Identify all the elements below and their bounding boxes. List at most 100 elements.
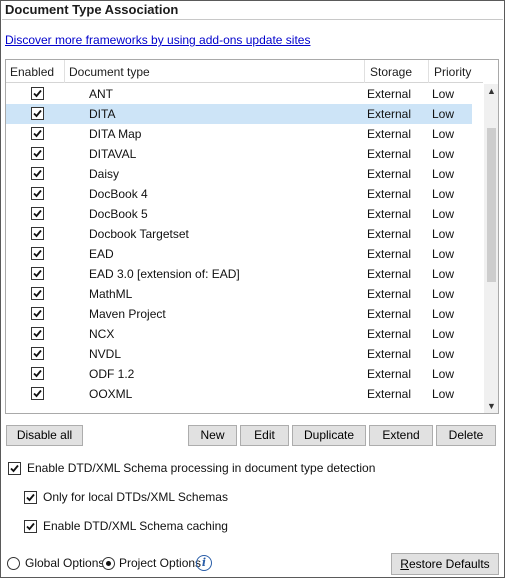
table-row[interactable]: ODF 1.2 External Low xyxy=(6,364,472,384)
document-type-cell: DITAVAL xyxy=(89,147,137,161)
table-row[interactable]: EAD External Low xyxy=(6,244,472,264)
title-divider xyxy=(2,19,503,20)
scroll-up-icon[interactable]: ▲ xyxy=(484,84,498,99)
storage-cell: External xyxy=(367,247,412,261)
only-local-checkbox[interactable] xyxy=(24,491,37,504)
storage-cell: External xyxy=(367,347,412,361)
enabled-checkbox[interactable] xyxy=(31,247,44,260)
column-document-type[interactable]: Document type xyxy=(69,65,150,79)
enabled-checkbox[interactable] xyxy=(31,307,44,320)
column-separator xyxy=(428,60,429,83)
storage-cell: External xyxy=(367,107,412,121)
enable-caching-checkbox[interactable] xyxy=(24,520,37,533)
column-storage[interactable]: Storage xyxy=(370,65,412,79)
storage-cell: External xyxy=(367,207,412,221)
enabled-checkbox[interactable] xyxy=(31,107,44,120)
extend-button[interactable]: Extend xyxy=(369,425,433,446)
storage-cell: External xyxy=(367,227,412,241)
document-type-cell: EAD xyxy=(89,247,114,261)
scroll-thumb[interactable] xyxy=(487,128,496,282)
enabled-checkbox[interactable] xyxy=(31,287,44,300)
only-local-label: Only for local DTDs/XML Schemas xyxy=(43,490,228,504)
table-row[interactable]: EAD 3.0 [extension of: EAD] External Low xyxy=(6,264,472,284)
storage-cell: External xyxy=(367,147,412,161)
priority-cell: Low xyxy=(432,387,455,401)
document-type-cell: NVDL xyxy=(89,347,122,361)
document-type-cell: DocBook 5 xyxy=(89,207,148,221)
enabled-checkbox[interactable] xyxy=(31,127,44,140)
enabled-checkbox[interactable] xyxy=(31,327,44,340)
addons-link[interactable]: Discover more frameworks by using add-on… xyxy=(5,33,310,47)
storage-cell: External xyxy=(367,287,412,301)
table-row[interactable]: NCX External Low xyxy=(6,324,472,344)
enabled-checkbox[interactable] xyxy=(31,227,44,240)
priority-cell: Low xyxy=(432,107,455,121)
restore-defaults-label: Restore Defaults xyxy=(400,557,490,571)
storage-cell: External xyxy=(367,267,412,281)
priority-cell: Low xyxy=(432,127,455,141)
enabled-checkbox[interactable] xyxy=(31,167,44,180)
new-button[interactable]: New xyxy=(188,425,237,446)
duplicate-button[interactable]: Duplicate xyxy=(292,425,366,446)
column-priority[interactable]: Priority xyxy=(434,65,471,79)
document-type-cell: MathML xyxy=(89,287,133,301)
disable-all-button[interactable]: Disable all xyxy=(6,425,83,446)
table-row[interactable]: ANT External Low xyxy=(6,84,472,104)
enable-dtd-detection-label: Enable DTD/XML Schema processing in docu… xyxy=(27,461,376,475)
priority-cell: Low xyxy=(432,267,455,281)
project-options-radio[interactable] xyxy=(102,557,115,570)
table-row[interactable]: Daisy External Low xyxy=(6,164,472,184)
edit-button[interactable]: Edit xyxy=(240,425,289,446)
enabled-checkbox[interactable] xyxy=(31,347,44,360)
enabled-checkbox[interactable] xyxy=(31,267,44,280)
enabled-checkbox[interactable] xyxy=(31,187,44,200)
table-row[interactable]: Docbook Targetset External Low xyxy=(6,224,472,244)
column-enabled[interactable]: Enabled xyxy=(10,65,54,79)
document-type-cell: NCX xyxy=(89,327,115,341)
table-header: Enabled Document type Storage Priority xyxy=(6,60,483,83)
vertical-scrollbar[interactable]: ▲ ▼ xyxy=(484,84,498,413)
priority-cell: Low xyxy=(432,167,455,181)
storage-cell: External xyxy=(367,387,412,401)
storage-cell: External xyxy=(367,307,412,321)
enabled-checkbox[interactable] xyxy=(31,207,44,220)
storage-cell: External xyxy=(367,187,412,201)
global-options-label: Global Options xyxy=(25,556,105,570)
priority-cell: Low xyxy=(432,207,455,221)
enable-dtd-detection-checkbox[interactable] xyxy=(8,462,21,475)
table-row[interactable]: DocBook 4 External Low xyxy=(6,184,472,204)
global-options-radio[interactable] xyxy=(7,557,20,570)
priority-cell: Low xyxy=(432,87,455,101)
document-type-cell: Daisy xyxy=(89,167,120,181)
table-row[interactable]: Maven Project External Low xyxy=(6,304,472,324)
restore-defaults-button[interactable]: Restore Defaults xyxy=(391,553,499,575)
table-row[interactable]: MathML External Low xyxy=(6,284,472,304)
table-row[interactable]: NVDL External Low xyxy=(6,344,472,364)
delete-button[interactable]: Delete xyxy=(436,425,496,446)
storage-cell: External xyxy=(367,127,412,141)
table-body: ANT External Low DITA External Low DITA Map Ext… xyxy=(6,84,483,413)
document-type-cell: DITA xyxy=(89,107,116,121)
scroll-down-icon[interactable]: ▼ xyxy=(484,399,498,413)
table-row[interactable]: DITA Map External Low xyxy=(6,124,472,144)
document-type-cell: ANT xyxy=(89,87,113,101)
priority-cell: Low xyxy=(432,327,455,341)
enabled-checkbox[interactable] xyxy=(31,87,44,100)
table-row[interactable]: DITAVAL External Low xyxy=(6,144,472,164)
document-type-cell: EAD 3.0 [extension of: EAD] xyxy=(89,267,240,281)
info-icon[interactable]: i xyxy=(196,555,212,571)
table-row[interactable]: DITA External Low xyxy=(6,104,472,124)
column-separator xyxy=(64,60,65,83)
table-row[interactable]: OOXML External Low xyxy=(6,384,472,404)
document-type-cell: OOXML xyxy=(89,387,133,401)
enabled-checkbox[interactable] xyxy=(31,147,44,160)
table-row[interactable]: DocBook 5 External Low xyxy=(6,204,472,224)
page-title: Document Type Association xyxy=(5,2,179,17)
enabled-checkbox[interactable] xyxy=(31,367,44,380)
document-type-cell: Docbook Targetset xyxy=(89,227,189,241)
priority-cell: Low xyxy=(432,247,455,261)
storage-cell: External xyxy=(367,367,412,381)
document-type-cell: DITA Map xyxy=(89,127,142,141)
storage-cell: External xyxy=(367,167,412,181)
enabled-checkbox[interactable] xyxy=(31,387,44,400)
